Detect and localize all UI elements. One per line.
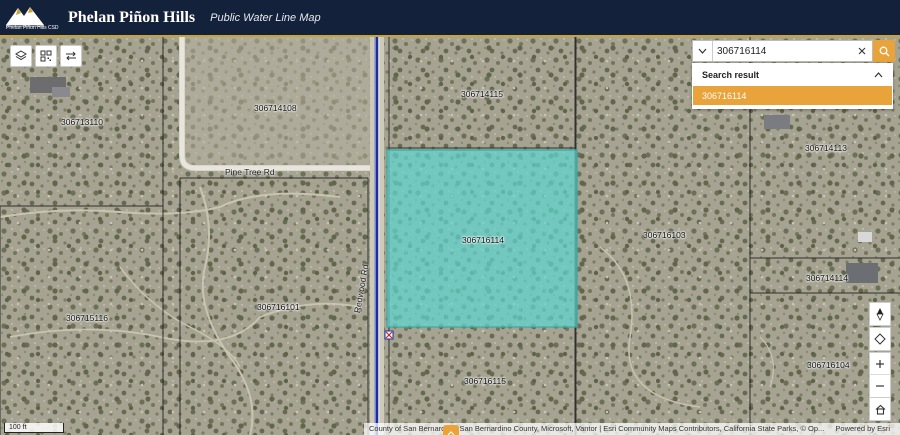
clear-search-button[interactable]	[853, 41, 871, 61]
parcel-label: 306716115	[464, 376, 506, 386]
parcel-label: 306714115	[461, 89, 503, 99]
search-result-item[interactable]: 306716114	[693, 86, 892, 105]
search-bar	[692, 40, 873, 62]
app-header: Phelan Piñon Hills CSD Phelan Piñon Hill…	[0, 0, 900, 37]
parcel-label: 306714108	[254, 103, 297, 113]
swap-button[interactable]	[60, 45, 82, 67]
parcel-label: 306716101	[257, 302, 300, 312]
locate-icon	[874, 333, 886, 345]
search-options-button[interactable]	[693, 41, 713, 61]
qr-code-button[interactable]	[35, 45, 57, 67]
home-icon	[875, 404, 885, 415]
compass-button[interactable]	[869, 302, 891, 326]
search-input[interactable]	[713, 45, 853, 57]
parcel-label: 306714114	[806, 273, 848, 283]
chevron-up-icon	[874, 71, 883, 77]
swap-icon	[66, 51, 76, 61]
compass-icon	[876, 308, 884, 321]
search-button[interactable]	[873, 40, 895, 62]
close-icon	[858, 47, 866, 55]
chevron-down-icon	[698, 48, 707, 54]
plus-icon	[876, 359, 884, 368]
search-results-header[interactable]: Search result	[692, 63, 893, 86]
valve-marker[interactable]	[384, 330, 394, 340]
home-button[interactable]	[869, 397, 891, 421]
logo-text: Phelan Piñon Hills CSD	[6, 25, 59, 31]
zoom-in-button[interactable]	[870, 353, 890, 375]
search-icon	[879, 46, 889, 56]
parcel-label: 306715116	[66, 313, 108, 323]
chevron-up-icon	[447, 431, 455, 435]
road-label-pine-tree: Pine Tree Rd	[225, 167, 275, 177]
powered-by-esri[interactable]: Powered by Esri	[835, 423, 890, 435]
parcel-label: 306714113	[805, 143, 847, 153]
parcel-label: 306713110	[61, 117, 103, 127]
search-results-panel: Search result 306716114	[692, 63, 893, 109]
zoom-controls	[869, 352, 891, 398]
zoom-out-button[interactable]	[870, 375, 890, 397]
scale-bar: 100 ft	[4, 423, 64, 433]
attribution-text: County of San Bernardino, San Bernardino…	[369, 424, 825, 433]
app-title: Phelan Piñon Hills	[68, 8, 196, 26]
parcel-label: 306716114	[462, 235, 504, 245]
app-subtitle: Public Water Line Map	[210, 11, 321, 24]
locate-button[interactable]	[869, 327, 891, 351]
layers-icon	[15, 50, 27, 61]
parcel-label: 306716104	[807, 360, 850, 370]
logo: Phelan Piñon Hills CSD	[2, 0, 59, 36]
minus-icon	[876, 385, 884, 387]
qr-code-icon	[40, 50, 52, 62]
search-results-title: Search result	[702, 69, 760, 80]
attribution-toggle-button[interactable]	[443, 425, 459, 435]
parcel-label: 306716103	[643, 230, 686, 240]
layers-button[interactable]	[10, 45, 32, 67]
